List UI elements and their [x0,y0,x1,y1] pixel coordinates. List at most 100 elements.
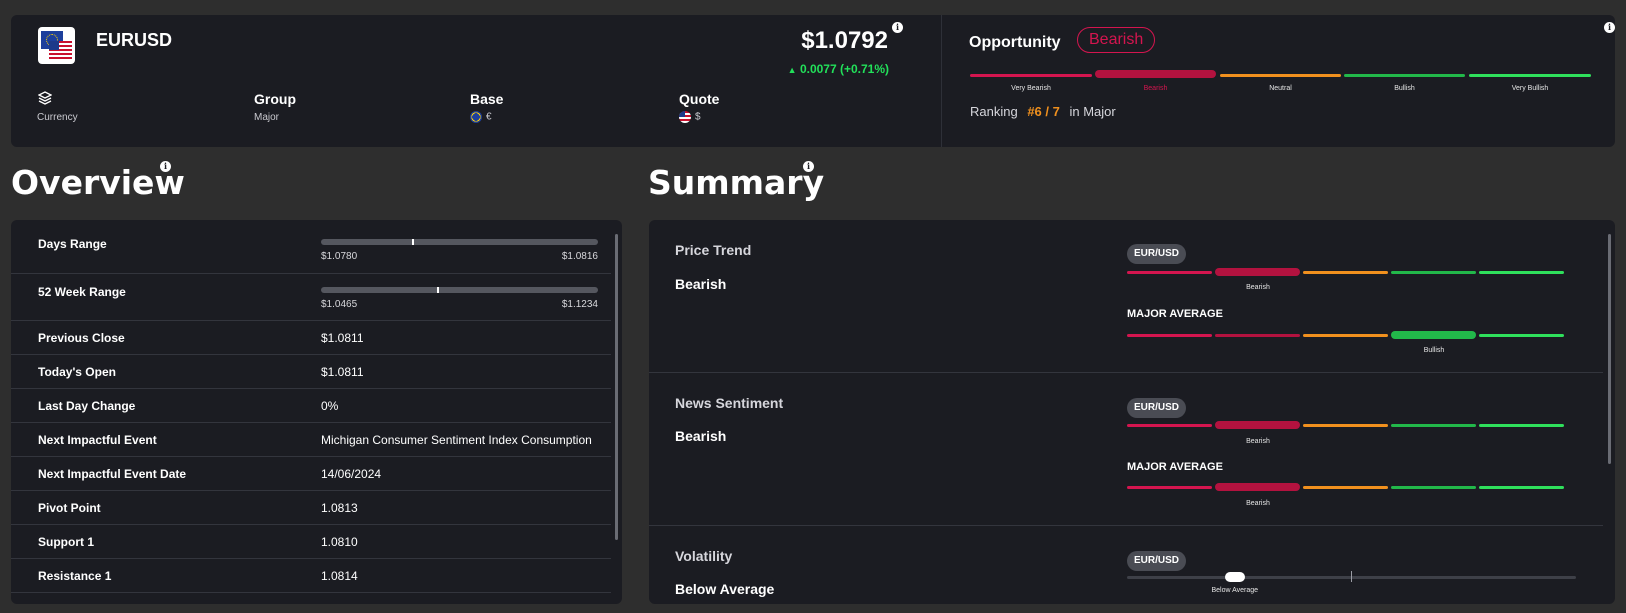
table-row: Last Day Change 0% [11,389,611,423]
opp-seg-bullish [1344,74,1465,77]
scale-seg-neutral [1303,334,1388,337]
opportunity-title: Opportunity [969,34,1061,51]
type-value: Currency [37,112,78,123]
scale-seg-neutral [1303,424,1388,427]
ranking-value: #6 / 7 [1027,104,1060,119]
scale-seg-bullish [1391,271,1476,274]
price-change-value: 0.0077 (+0.71%) [799,62,889,76]
days-range-label: Days Range [38,237,107,251]
row-value: $1.0811 [321,331,364,345]
row-label: Support 1 [38,535,94,549]
row-value: 1.0810 [321,535,358,549]
volatility-track [1127,571,1576,582]
header-divider [941,15,942,147]
group-label: Group [254,91,296,107]
row-value: 14/06/2024 [321,467,382,481]
volatility-average-tick [1351,571,1352,582]
row-value: 1.0814 [321,569,358,583]
news-sentiment-avg-label: MAJOR AVERAGE [1127,461,1223,473]
overview-panel[interactable]: Days Range $1.0780 $1.0816 52 Week Range… [11,220,622,604]
price-trend-value: Bearish [675,276,727,292]
news-sentiment-pair-badge: EUR/USD [1127,398,1187,418]
days-range-marker [412,239,415,245]
price-trend-avg-label: MAJOR AVERAGE [1127,308,1223,320]
row-label: Next Impactful Event [38,433,157,447]
opp-label-bullish: Bullish [1394,85,1415,92]
summary-title: Summary [648,163,825,202]
group-value: Major [254,112,280,123]
row-value: 1.0813 [321,501,358,515]
scale-seg-bearish [1215,268,1300,276]
scale-seg-bullish [1391,331,1476,339]
volatility-pair-badge: EUR/USD [1127,551,1187,571]
table-row: Pivot Point 1.0813 [11,491,611,525]
up-arrow-icon: ▲ [787,65,797,75]
instrument-header: EURUSD $1.0792 i ▲ 0.0077 (+0.71%) Curre… [11,15,1615,147]
price-change: ▲ 0.0077 (+0.71%) [788,62,889,76]
scale-seg-very-bearish [1127,334,1212,337]
opp-seg-very-bearish [970,74,1092,77]
scale-seg-very-bullish [1479,486,1564,489]
volatility-level-marker [1224,572,1245,582]
row-label: Previous Close [38,331,125,345]
days-range-bar [321,239,598,245]
opp-seg-very-bullish [1469,74,1591,77]
table-row: Support 1 1.0810 [11,525,611,559]
table-row: Today's Open $1.0811 [11,355,611,389]
price-trend-pair-badge: EUR/USD [1127,244,1187,264]
row-label: Resistance 1 [38,569,112,583]
week52-range-bar [321,287,598,293]
opportunity-info-icon[interactable]: i [1604,22,1615,33]
opp-label-very-bearish: Very Bearish [1011,85,1051,92]
volatility-value: Below Average [675,581,775,597]
scale-seg-very-bearish [1127,424,1212,427]
layers-icon [37,91,53,105]
week52-range-low: $1.0465 [321,299,358,310]
scale-seg-bullish [1391,486,1476,489]
price-trend-title: Price Trend [675,242,752,258]
row-label: Last Day Change [38,399,136,413]
scale-seg-very-bullish [1479,334,1564,337]
scale-seg-neutral [1303,486,1388,489]
scale-seg-bullish [1391,424,1476,427]
scale-seg-very-bullish [1479,424,1564,427]
table-row: Next Impactful Event Date 14/06/2024 [11,457,611,491]
base-value: € [470,111,492,123]
table-row: Previous Close $1.0811 [11,321,611,355]
news-sentiment-avg-active-label: Bearish [1246,500,1270,507]
price-info-icon[interactable]: i [892,22,903,33]
quote-label: Quote [679,91,720,107]
table-row: 52 Week Range $1.0465 $1.1234 [11,274,611,321]
summary-scrollbar[interactable] [1608,234,1611,464]
row-label: Pivot Point [38,501,101,515]
row-label: Today's Open [38,365,116,379]
price-trend-avg-active-label: Bullish [1423,347,1445,354]
table-row: Next Impactful Event Michigan Consumer S… [11,423,611,457]
days-range-high: $1.0816 [561,251,598,262]
row-value: Michigan Consumer Sentiment Index Consum… [321,433,592,447]
scale-seg-bearish [1215,334,1300,337]
summary-divider [649,525,1603,526]
days-range-low: $1.0780 [321,251,358,262]
base-currency: € [486,111,492,123]
opp-label-neutral: Neutral [1269,85,1292,92]
row-value: $1.0811 [321,365,364,379]
ranking: Ranking #6 / 7 in Major [970,104,1116,119]
summary-info-icon[interactable]: i [803,161,814,172]
overview-title: Overview [11,163,185,202]
week52-range-marker [437,287,440,293]
overview-scrollbar[interactable] [615,234,618,540]
volatility-title: Volatility [675,548,733,564]
summary-divider [649,372,1603,373]
opp-label-very-bullish: Very Bullish [1511,85,1549,92]
symbol-title: EURUSD [96,30,173,50]
overview-info-icon[interactable]: i [160,161,171,172]
volatility-level-label: Below Average [1211,587,1259,594]
scale-seg-bearish [1215,483,1300,491]
base-label: Base [470,91,504,107]
table-row: Resistance 1 1.0814 [11,559,611,593]
eu-flag-icon [470,111,482,123]
opp-seg-bearish [1095,70,1216,78]
summary-panel[interactable]: Price Trend Bearish EUR/USD Bearish MAJO… [649,220,1615,604]
quote-currency: $ [695,111,701,123]
